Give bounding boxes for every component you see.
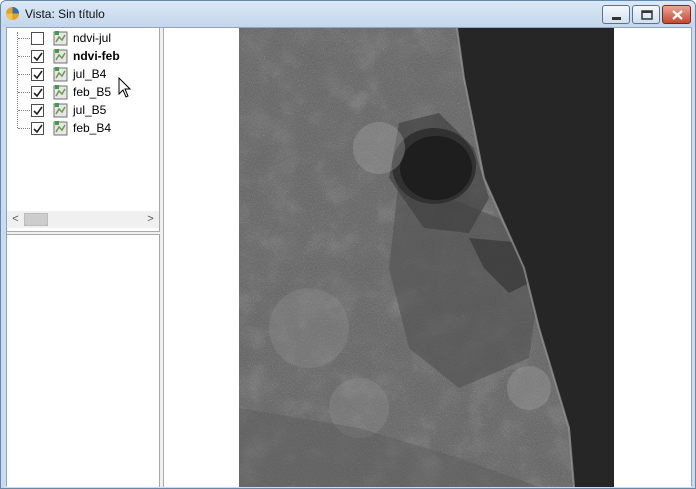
locator-map-panel: [7, 235, 160, 487]
tree-branch: [18, 128, 30, 129]
layer-item-ndvi-feb[interactable]: ndvi-feb: [7, 47, 159, 65]
raster-layer-icon: [53, 67, 68, 82]
layer-label: ndvi-feb: [73, 49, 120, 63]
map-view[interactable]: [118, 28, 691, 487]
layer-visibility-checkbox[interactable]: [31, 50, 44, 63]
minimize-button[interactable]: [602, 5, 630, 24]
layer-tree: ndvi-jul ndvi-feb jul_B4 feb_B5 jul_B5 f…: [7, 28, 159, 211]
layer-item-feb-b4[interactable]: feb_B4: [7, 119, 159, 137]
check-icon: [33, 88, 43, 98]
check-icon: [33, 52, 43, 62]
check-icon: [33, 70, 43, 80]
raster-layer-icon: [53, 85, 68, 100]
tree-branch: [18, 92, 30, 93]
close-icon: [672, 10, 683, 20]
raster-layer-icon: [53, 31, 68, 46]
scroll-thumb[interactable]: [24, 213, 48, 226]
tree-branch: [18, 38, 30, 39]
app-window: Vista: Sin título ndvi-jul ndvi-feb jul_…: [0, 0, 696, 489]
toc-horizontal-scrollbar[interactable]: < >: [7, 211, 159, 228]
layer-item-feb-b5[interactable]: feb_B5: [7, 83, 159, 101]
scroll-right-button[interactable]: >: [142, 211, 159, 228]
layer-item-jul-b5[interactable]: jul_B5: [7, 101, 159, 119]
scroll-left-button[interactable]: <: [7, 211, 24, 228]
layer-visibility-checkbox[interactable]: [31, 86, 44, 99]
table-of-contents: ndvi-jul ndvi-feb jul_B4 feb_B5 jul_B5 f…: [7, 28, 160, 231]
check-icon: [33, 106, 43, 116]
maximize-button[interactable]: [632, 5, 660, 24]
layer-item-ndvi-jul[interactable]: ndvi-jul: [7, 29, 159, 47]
raster-layer-icon: [53, 103, 68, 118]
window-title: Vista: Sin título: [25, 7, 105, 21]
tree-branch: [18, 110, 30, 111]
layer-visibility-checkbox[interactable]: [31, 104, 44, 117]
layer-visibility-checkbox[interactable]: [31, 32, 44, 45]
raster-layer-icon: [53, 121, 68, 136]
layer-label: feb_B5: [73, 85, 112, 99]
layer-visibility-checkbox[interactable]: [31, 68, 44, 81]
app-icon: [6, 7, 19, 20]
tree-branch: [18, 74, 30, 75]
satellite-raster-image: [239, 28, 614, 487]
maximize-icon: [641, 10, 653, 20]
raster-layer-icon: [53, 49, 68, 64]
layer-label: jul_B5: [73, 103, 107, 117]
check-icon: [33, 124, 43, 134]
layer-label: jul_B4: [73, 67, 107, 81]
mouse-pointer-icon: [118, 77, 132, 98]
tree-branch: [18, 56, 30, 57]
layer-label: ndvi-jul: [73, 31, 112, 45]
minimize-icon: [612, 17, 621, 20]
layer-item-jul-b4[interactable]: jul_B4: [7, 65, 159, 83]
view-client-area: ndvi-jul ndvi-feb jul_B4 feb_B5 jul_B5 f…: [6, 27, 692, 487]
layer-label: feb_B4: [73, 121, 112, 135]
layer-visibility-checkbox[interactable]: [31, 122, 44, 135]
title-bar[interactable]: Vista: Sin título: [1, 1, 695, 27]
close-button[interactable]: [662, 5, 691, 24]
